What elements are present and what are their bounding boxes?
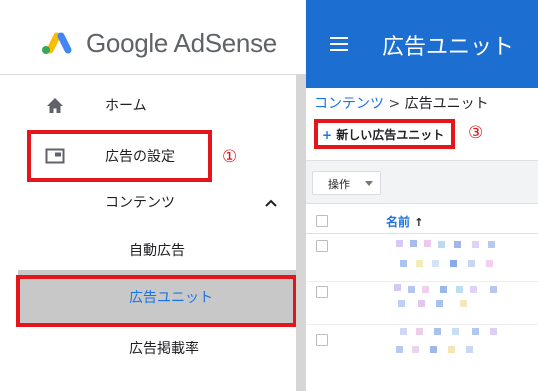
- sidebar-item-label: ホーム: [105, 98, 147, 114]
- sidebar-item-label: 自動広告: [129, 243, 185, 259]
- breadcrumb: コンテンツ > 広告ユニット: [314, 93, 489, 113]
- column-header-name[interactable]: 名前 ↑: [386, 213, 423, 230]
- annotation-marker-1: ①: [222, 147, 238, 167]
- breadcrumb-separator: >: [388, 96, 401, 112]
- sidebar-item-coverage[interactable]: 広告掲載率: [0, 328, 296, 372]
- sidebar-item-label: コンテンツ: [105, 195, 175, 211]
- sidebar-item-auto-ads[interactable]: 自動広告: [0, 230, 296, 274]
- home-icon: [47, 98, 63, 113]
- select-all-checkbox[interactable]: [316, 215, 328, 227]
- sidebar-scrollbar[interactable]: [296, 74, 306, 391]
- highlight-box-new-unit: [314, 119, 455, 149]
- sidebar-item-home[interactable]: ホーム: [0, 84, 296, 128]
- caret-down-icon: [365, 181, 373, 186]
- brand-name: Google AdSense: [86, 28, 277, 58]
- row-checkbox[interactable]: [316, 286, 328, 298]
- page-title: 広告ユニット: [382, 35, 515, 60]
- adsense-logo-icon: [42, 32, 72, 54]
- sidebar-item-label: 広告掲載率: [129, 341, 199, 357]
- highlight-box-ad-settings: [27, 130, 212, 182]
- sort-ascending-icon: ↑: [414, 216, 424, 229]
- breadcrumb-current: 広告ユニット: [404, 96, 489, 112]
- sidebar-divider: [0, 74, 296, 75]
- actions-dropdown-label: 操作: [328, 178, 350, 191]
- column-header-name-label: 名前: [386, 215, 411, 229]
- row-checkbox[interactable]: [316, 334, 328, 346]
- actions-dropdown[interactable]: 操作: [312, 171, 381, 195]
- obscured-ad-unit-names: [394, 240, 497, 353]
- row-checkbox[interactable]: [316, 240, 328, 252]
- breadcrumb-link-content[interactable]: コンテンツ: [314, 96, 384, 112]
- chevron-up-icon[interactable]: [264, 198, 278, 208]
- annotation-marker-3: ③: [468, 123, 484, 143]
- sidebar-item-content[interactable]: コンテンツ: [0, 182, 296, 226]
- hamburger-menu-icon[interactable]: [330, 37, 348, 51]
- highlight-box-ad-units: [16, 275, 297, 327]
